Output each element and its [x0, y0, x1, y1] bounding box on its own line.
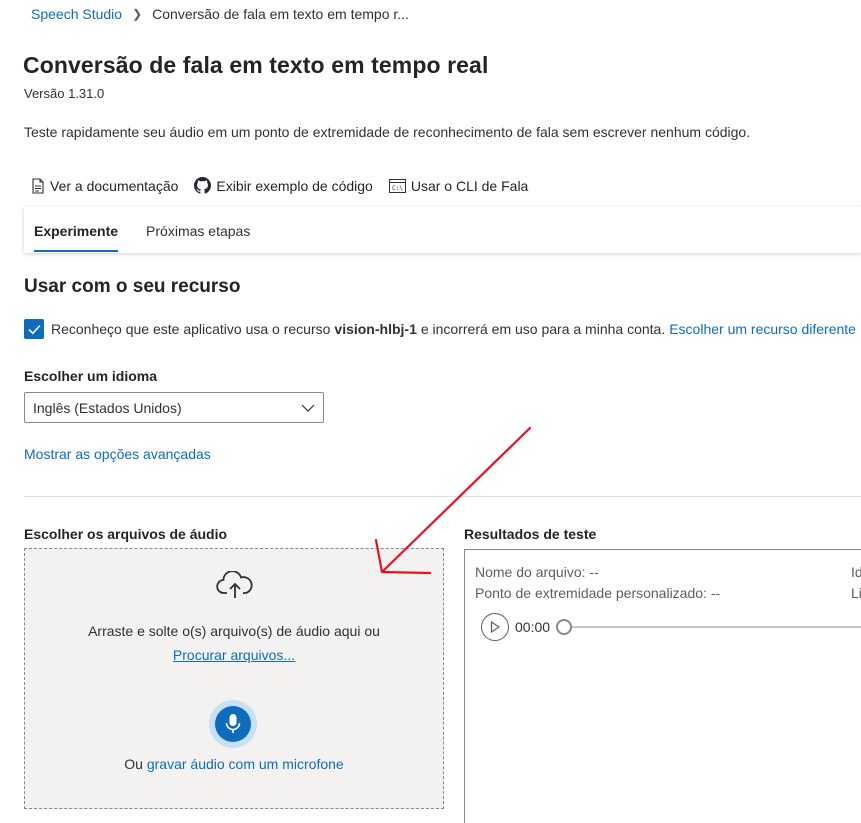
audio-player: 00:00 [481, 613, 550, 641]
truncated-field-1: Id [851, 564, 861, 580]
test-results-panel: Nome do arquivo: -- Ponto de extremidade… [464, 549, 861, 823]
sample-code-link-label: Exibir exemplo de código [216, 177, 373, 194]
drop-text: Arraste e solte o(s) arquivo(s) de áudio… [88, 623, 380, 639]
resource-name: vision-hlbj-1 [334, 321, 417, 337]
record-microphone-link[interactable]: gravar áudio com um microfone [147, 756, 344, 772]
terminal-icon: C:\ [388, 178, 406, 193]
play-icon [490, 621, 500, 633]
breadcrumb-current: Conversão de fala em texto em tempo r... [152, 6, 409, 22]
playback-slider-track[interactable] [557, 626, 861, 628]
breadcrumb-speech-studio[interactable]: Speech Studio [31, 6, 122, 22]
chevron-down-icon [301, 404, 315, 412]
section-title: Usar com o seu recurso [24, 276, 241, 297]
cli-link-label: Usar o CLI de Fala [410, 177, 529, 194]
docs-link-label: Ver a documentação [50, 177, 179, 194]
version-label: Versão 1.31.0 [24, 86, 105, 101]
audio-dropzone[interactable]: Arraste e solte o(s) arquivo(s) de áudio… [24, 548, 444, 809]
microphone-icon [225, 714, 241, 733]
playback-slider-thumb[interactable] [556, 619, 572, 635]
svg-text:C:\: C:\ [392, 185, 403, 192]
tab-bar: Experimente Próximas etapas [24, 207, 861, 253]
section-divider [24, 496, 861, 497]
test-results-label: Resultados de teste [464, 526, 597, 542]
resource-links: Ver a documentação Exibir exemplo de cód… [31, 177, 544, 194]
play-button[interactable] [481, 613, 509, 641]
consent-row: Reconheço que este aplicativo usa o recu… [24, 319, 856, 339]
playback-time: 00:00 [515, 619, 551, 635]
page-description: Teste rapidamente seu áudio em um ponto … [24, 124, 751, 140]
sample-code-link[interactable]: Exibir exemplo de código [194, 177, 373, 194]
record-row: Ou gravar áudio com um microfone [25, 756, 443, 772]
custom-endpoint-field: Ponto de extremidade personalizado: -- [475, 585, 721, 601]
browse-files-link[interactable]: Procurar arquivos... [173, 647, 295, 663]
chevron-right-icon: ❯ [132, 7, 143, 21]
record-prefix: Ou [124, 756, 143, 772]
browse-files-row: Procurar arquivos... [25, 647, 443, 663]
checkmark-icon [27, 324, 41, 334]
consent-suffix: e incorrerá em uso para a minha conta. [420, 321, 666, 337]
tab-proximas-etapas[interactable]: Próximas etapas [146, 207, 250, 253]
audio-files-label: Escolher os arquivos de áudio [24, 526, 228, 542]
breadcrumb: Speech Studio ❯ Conversão de fala em tex… [31, 6, 409, 22]
document-icon [32, 177, 44, 194]
language-dropdown[interactable]: Inglês (Estados Unidos) [24, 392, 324, 423]
cloud-upload-icon [216, 571, 253, 598]
tab-experimente[interactable]: Experimente [34, 207, 119, 253]
page-title: Conversão de fala em texto em tempo real [23, 52, 489, 78]
language-selected: Inglês (Estados Unidos) [33, 399, 182, 416]
file-name-field: Nome do arquivo: -- [475, 564, 599, 580]
language-label: Escolher um idioma [24, 368, 158, 384]
truncated-field-2: Li [851, 585, 861, 601]
advanced-options-link[interactable]: Mostrar as opções avançadas [24, 446, 211, 462]
consent-checkbox[interactable] [24, 319, 44, 339]
change-resource-link[interactable]: Escolher um recurso diferente [669, 321, 856, 337]
docs-link[interactable]: Ver a documentação [31, 178, 178, 194]
consent-text: Reconheço que este aplicativo usa o recu… [51, 321, 331, 337]
cli-link[interactable]: C:\ Usar o CLI de Fala [388, 177, 529, 194]
record-microphone-button[interactable] [209, 700, 257, 748]
github-icon [194, 177, 212, 194]
microphone-button-inner [215, 706, 251, 742]
